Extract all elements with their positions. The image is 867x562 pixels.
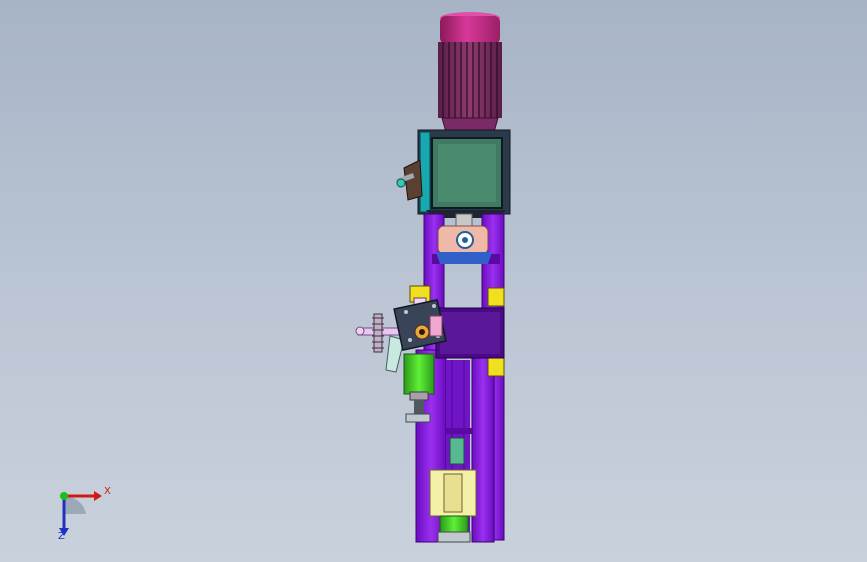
mount-plate-bolt-1 — [404, 310, 408, 314]
green-motor-upper-body — [403, 353, 435, 395]
slide-block[interactable] — [435, 307, 505, 359]
motor-cap — [440, 16, 500, 44]
coupling-bolt-center — [462, 237, 468, 243]
gearbox[interactable] — [417, 129, 511, 218]
side-lever[interactable] — [395, 159, 423, 201]
handwheel-gear — [373, 313, 383, 353]
cream-block-inner — [443, 473, 463, 513]
handwheel-knob — [355, 326, 365, 336]
cad-model[interactable] — [0, 0, 867, 562]
coordinate-triad — [44, 478, 124, 548]
coupling-bracket — [436, 252, 492, 264]
mount-plate-bolt-3 — [408, 338, 412, 342]
clamp-mid-right — [487, 355, 505, 377]
lower-shaft — [449, 437, 465, 465]
pink-spacer — [429, 315, 443, 337]
triad-shadow — [64, 495, 86, 514]
green-motor-upper-neck — [409, 391, 429, 401]
motor-fins-body — [438, 42, 502, 118]
lower-gear — [437, 531, 471, 543]
mount-plate-bolt-2 — [432, 304, 436, 308]
slide-block-face — [440, 312, 500, 354]
motor[interactable] — [438, 12, 502, 133]
green-motor-lower — [439, 515, 469, 533]
triad-x-label: X — [104, 486, 111, 497]
graphics-viewport[interactable]: X Z — [0, 0, 867, 562]
gearbox-left-flange — [419, 131, 431, 213]
green-motor-upper-shaft — [414, 400, 424, 414]
triad-x-arrow — [94, 491, 102, 501]
triad-y-axis — [60, 492, 68, 500]
mount-plate-hub-center — [419, 329, 425, 335]
triad-z-label: Z — [58, 531, 65, 542]
gearbox-face-inner — [438, 144, 496, 202]
green-motor-upper-gear — [405, 413, 431, 423]
frame-crossbar-lower — [446, 428, 472, 434]
clamp-upper-right — [487, 287, 505, 307]
lever-knob — [396, 178, 406, 188]
